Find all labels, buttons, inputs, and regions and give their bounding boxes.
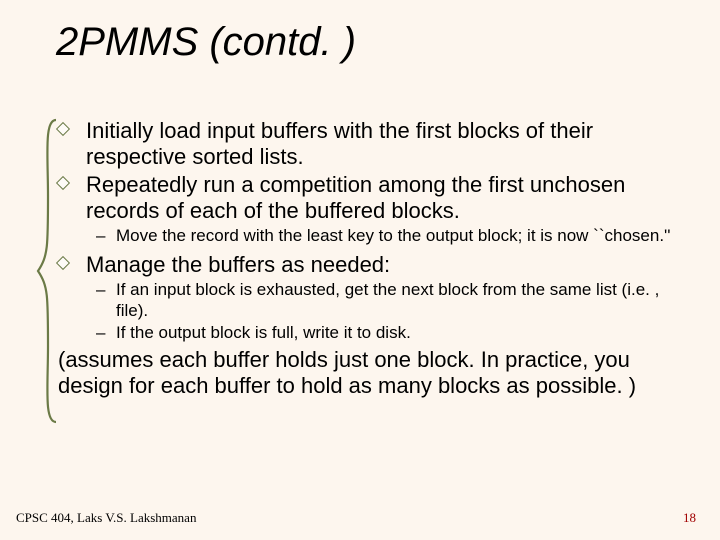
sub-bullet-text: If an input block is exhausted, get the … <box>116 280 678 321</box>
bullet-text: Manage the buffers as needed: <box>86 252 390 278</box>
bullet-item: Repeatedly run a competition among the f… <box>58 172 678 224</box>
sub-bullet-item: – If an input block is exhausted, get th… <box>96 280 678 321</box>
sub-bullet-text: If the output block is full, write it to… <box>116 323 411 343</box>
sub-bullet-item: – If the output block is full, write it … <box>96 323 678 343</box>
bullet-item: Manage the buffers as needed: <box>58 252 678 278</box>
sub-bullet-item: – Move the record with the least key to … <box>96 226 678 246</box>
dash-bullet-icon: – <box>96 226 116 246</box>
dash-bullet-icon: – <box>96 323 116 343</box>
bullet-text: Initially load input buffers with the fi… <box>86 118 678 170</box>
slide-number: 18 <box>683 510 696 526</box>
diamond-bullet-icon <box>58 172 86 188</box>
sub-bullet-text: Move the record with the least key to th… <box>116 226 671 246</box>
footer-course-author: CPSC 404, Laks V.S. Lakshmanan <box>16 510 196 526</box>
bullet-text: Repeatedly run a competition among the f… <box>86 172 678 224</box>
diamond-bullet-icon <box>58 252 86 268</box>
slide-body: Initially load input buffers with the fi… <box>58 118 678 399</box>
paren-note: (assumes each buffer holds just one bloc… <box>58 347 678 399</box>
bullet-item: Initially load input buffers with the fi… <box>58 118 678 170</box>
dash-bullet-icon: – <box>96 280 116 300</box>
diamond-bullet-icon <box>58 118 86 134</box>
slide-title: 2PMMS (contd. ) <box>56 20 356 65</box>
